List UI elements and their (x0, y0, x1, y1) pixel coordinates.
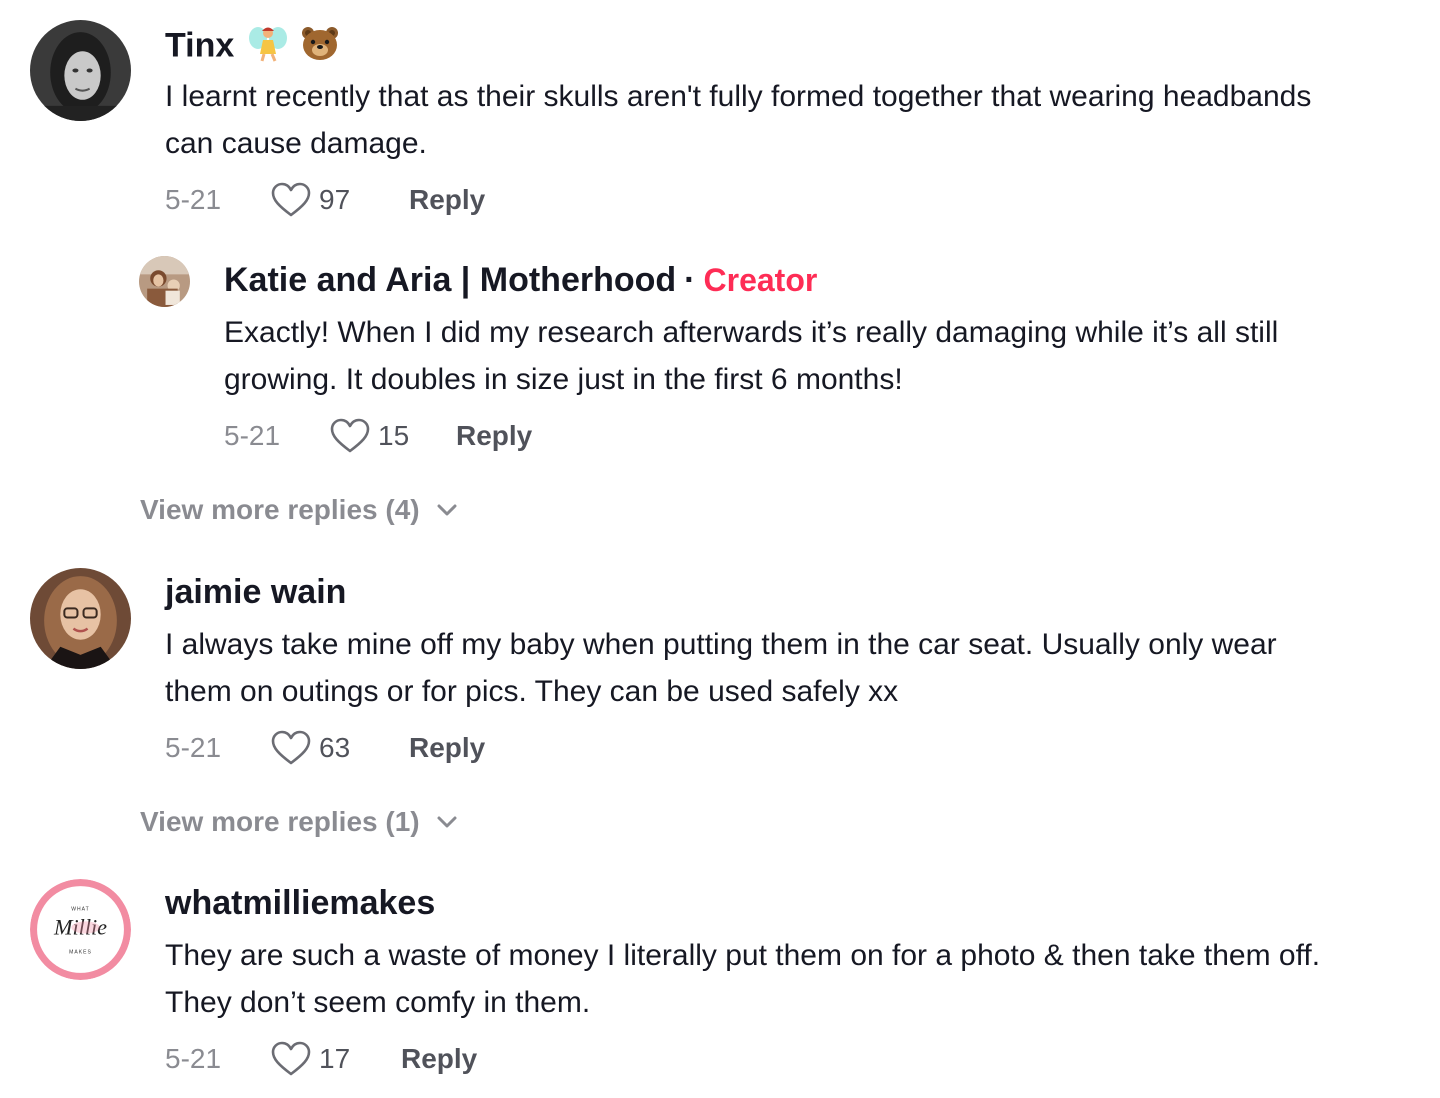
reply-text: Exactly! When I did my research afterwar… (224, 316, 1279, 396)
view-more-replies-button[interactable]: View more replies (4) (140, 494, 458, 526)
comment-actions: 5-21 63 Reply (165, 728, 485, 768)
comment-date: 5-21 (165, 1043, 222, 1074)
like-count: 63 (319, 732, 351, 763)
reply-button[interactable]: Reply (456, 420, 532, 452)
reply-date: 5-21 (224, 420, 281, 451)
svg-text:MAKES: MAKES (69, 950, 92, 956)
comment-actions: 5-21 97 Reply (165, 180, 485, 220)
chevron-down-icon (437, 504, 457, 516)
bear-emoji-icon (301, 25, 339, 70)
reply-button[interactable]: Reply (401, 1043, 477, 1075)
comment-date: 5-21 (165, 732, 222, 763)
heart-icon (330, 418, 370, 453)
chevron-down-icon (437, 816, 457, 828)
user-photo-icon (30, 568, 131, 669)
heart-icon (271, 1041, 311, 1076)
comment-username[interactable]: whatmilliemakes (165, 883, 435, 923)
avatar-katie-and-aria[interactable] (139, 256, 190, 307)
view-more-replies-button[interactable]: View more replies (1) (140, 806, 458, 838)
separator-dot: · (684, 261, 696, 299)
like-button[interactable]: 97 (271, 182, 359, 218)
reply-username[interactable]: Katie and Aria | Motherhood · Creator (224, 260, 817, 300)
reply-actions: 5-21 15 Reply (224, 416, 532, 456)
millie-logo-icon: WHAT Millie MAKES (30, 879, 131, 980)
like-button[interactable]: 63 (271, 730, 359, 766)
like-button[interactable]: 15 (330, 418, 418, 454)
user-photo-icon (30, 20, 131, 121)
avatar-jaimie-wain[interactable] (30, 568, 131, 669)
reply-button[interactable]: Reply (409, 732, 485, 764)
avatar-whatmilliemakes[interactable]: WHAT Millie MAKES (30, 879, 131, 980)
comment-actions: 5-21 17 Reply (165, 1039, 477, 1079)
fairy-emoji-icon (248, 24, 288, 71)
like-count: 15 (378, 420, 410, 451)
user-photo-icon (139, 256, 190, 307)
like-button[interactable]: 17 (271, 1041, 359, 1077)
heart-icon (271, 730, 311, 765)
comment-text: I learnt recently that as their skulls a… (165, 80, 1312, 160)
reply-button[interactable]: Reply (409, 184, 485, 216)
comment-date: 5-21 (165, 184, 222, 215)
heart-icon (271, 182, 311, 217)
like-count: 97 (319, 184, 351, 215)
svg-text:WHAT: WHAT (71, 906, 90, 912)
creator-badge: Creator (703, 262, 818, 298)
comment-username[interactable]: Tinx (165, 24, 339, 71)
avatar-tinx[interactable] (30, 20, 131, 121)
comment-text: I always take mine off my baby when putt… (165, 628, 1277, 708)
like-count: 17 (319, 1043, 351, 1074)
comment-text: They are such a waste of money I literal… (165, 939, 1321, 1019)
comment-username[interactable]: jaimie wain (165, 572, 346, 612)
